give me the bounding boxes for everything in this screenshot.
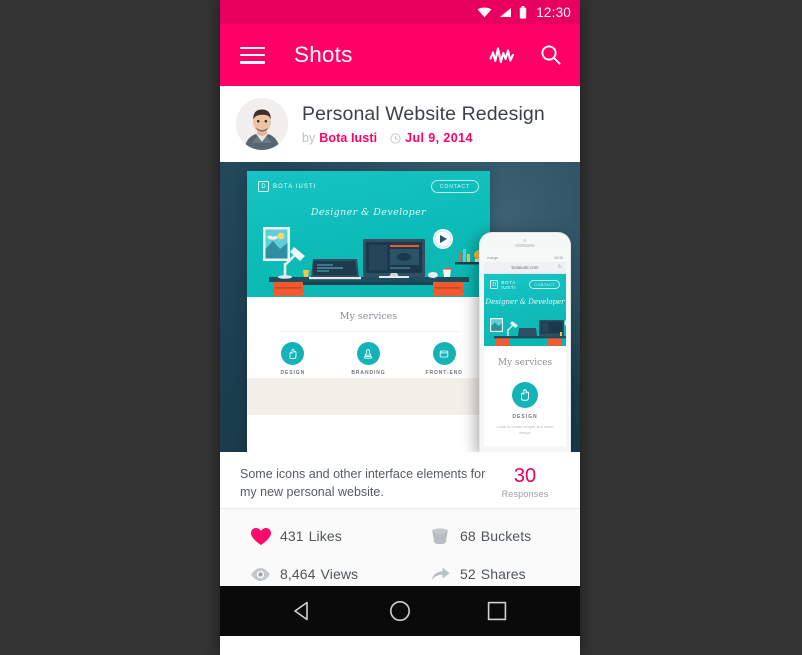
status-bar-icons: 12:30	[477, 5, 571, 20]
shot-author[interactable]: Bota Iusti	[319, 131, 377, 145]
avatar[interactable]	[236, 98, 288, 150]
app-bar: Shots	[220, 24, 580, 86]
shot-title: Personal Website Redesign	[302, 103, 545, 125]
phone-mock-services-title: My services	[497, 357, 553, 368]
battery-icon	[520, 5, 527, 19]
stat-likes[interactable]: 431 Likes	[220, 527, 400, 546]
stat-views-value: 8,464	[280, 566, 316, 582]
stats-row: 431 Likes 68 Buckets	[220, 523, 580, 549]
stat-buckets-text: 68 Buckets	[460, 528, 531, 544]
back-triangle-icon[interactable]	[290, 598, 316, 624]
stat-shares-label: Shares	[480, 566, 526, 582]
stat-likes-value: 431	[280, 528, 304, 544]
website-services: My services DESIGN BRANDING FRONT-END	[247, 297, 490, 415]
phone-mock-nav: D BOTA IUSTI CONTACT	[490, 280, 560, 290]
stat-views[interactable]: 8,464 Views	[220, 566, 400, 582]
website-mockup: D BOTA IUSTI CONTACT Designer & Develope…	[247, 171, 490, 452]
phone-screen: 12:30 Shots Personal Website Redesign by…	[220, 0, 580, 655]
phone-mock-services: My services DESIGN I love to create simp…	[484, 345, 566, 436]
phone-mock-logo-text: BOTA IUSTI	[501, 279, 517, 290]
stat-views-label: Views	[320, 566, 359, 582]
shot-description-row: Some icons and other interface elements …	[220, 452, 580, 508]
website-logo: D BOTA IUSTI	[258, 181, 317, 192]
share-arrow-icon	[430, 566, 452, 582]
frontend-browser-icon	[432, 342, 456, 365]
phone-mock-contact-button: CONTACT	[529, 280, 560, 290]
heart-icon	[250, 527, 272, 546]
website-services-title: My services	[339, 311, 398, 322]
service-name: BRANDING	[351, 370, 386, 376]
phone-mock-service-desc: I love to create simple and clean design	[496, 423, 554, 435]
desk-illustration	[263, 227, 490, 296]
phone-mock-statusbar: orange 18:30	[484, 253, 566, 262]
phone-mock-service-name: DESIGN	[512, 413, 538, 420]
design-hand-icon	[512, 381, 538, 408]
clock-icon	[390, 132, 401, 144]
website-nav: D BOTA IUSTI CONTACT	[258, 180, 479, 193]
branding-stamp-icon	[356, 342, 380, 365]
phone-mock-hero: D BOTA IUSTI CONTACT Designer & Develope…	[484, 273, 566, 346]
phone-speaker	[515, 244, 535, 247]
user-avatar-image	[236, 98, 288, 150]
shot-image[interactable]: D BOTA IUSTI CONTACT Designer & Develope…	[220, 162, 580, 452]
shot-meta: Personal Website Redesign by Bota Iusti …	[302, 103, 545, 145]
signal-icon	[500, 7, 512, 17]
app-bar-title: Shots	[294, 42, 353, 67]
phone-mock-logo: D BOTA IUSTI	[490, 280, 529, 290]
byline-by-label: by	[302, 131, 316, 145]
responses-block[interactable]: 30 Responses	[488, 465, 562, 499]
service-name: DESIGN	[280, 370, 306, 376]
website-logo-mark: D	[258, 181, 269, 192]
stats-row: 8,464 Views 52 Shares	[220, 561, 580, 587]
phone-mock-tagline: Designer & Developer	[485, 297, 565, 306]
stat-shares-value: 52	[460, 566, 476, 582]
search-icon[interactable]	[540, 44, 562, 66]
responses-count: 30	[513, 465, 537, 487]
activity-pulse-icon[interactable]	[489, 45, 515, 65]
phone-desk-illustration	[490, 317, 566, 346]
shot-stats: 431 Likes 68 Buckets 8,464 Views 52 Shar…	[220, 508, 580, 586]
app-bar-actions	[489, 44, 562, 66]
responses-label: Responses	[501, 489, 549, 499]
stat-shares-text: 52 Shares	[460, 566, 526, 582]
stat-shares[interactable]: 52 Shares	[400, 566, 580, 582]
stat-views-text: 8,464 Views	[280, 566, 358, 582]
phone-mock-screen: orange 18:30 botaiusti.com ↻ D BOTA IUST…	[484, 253, 566, 446]
website-logo-text: BOTA IUSTI	[273, 183, 317, 190]
service-name: FRONT-END	[425, 370, 463, 376]
website-footer	[247, 378, 490, 415]
eye-icon	[250, 567, 272, 582]
stat-likes-label: Likes	[308, 528, 342, 544]
status-bar: 12:30	[220, 0, 580, 24]
recents-square-icon[interactable]	[484, 598, 510, 624]
website-contact-button: CONTACT	[430, 180, 479, 193]
shot-byline: by Bota Iusti Jul 9, 2014	[302, 131, 545, 145]
reload-icon: ↻	[557, 264, 562, 271]
home-circle-icon[interactable]	[387, 598, 413, 624]
stat-buckets-label: Buckets	[480, 528, 532, 544]
stat-buckets-value: 68	[460, 528, 476, 544]
wifi-icon	[477, 7, 492, 17]
phone-mockup: orange 18:30 botaiusti.com ↻ D BOTA IUST…	[479, 232, 571, 452]
android-nav-bar	[220, 586, 580, 636]
phone-mock-logo-mark: D	[490, 280, 499, 290]
design-hand-icon	[281, 342, 305, 365]
website-hero: D BOTA IUSTI CONTACT Designer & Develope…	[247, 171, 490, 297]
phone-mock-clock: 18:30	[554, 255, 563, 260]
phone-mock-urlbar: botaiusti.com ↻	[484, 261, 566, 274]
bucket-icon	[430, 527, 452, 545]
status-bar-clock: 12:30	[536, 4, 571, 20]
stat-likes-text: 431 Likes	[280, 528, 342, 544]
shot-header: Personal Website Redesign by Bota Iusti …	[220, 86, 580, 162]
shot-date: Jul 9, 2014	[405, 131, 473, 145]
website-tagline: Designer & Developer	[310, 207, 427, 218]
hamburger-menu-icon[interactable]	[240, 46, 265, 64]
phone-mock-url: botaiusti.com	[511, 264, 539, 270]
phone-mock-carrier: orange	[487, 255, 499, 260]
stat-buckets[interactable]: 68 Buckets	[400, 527, 580, 545]
shot-description: Some icons and other interface elements …	[240, 467, 486, 500]
phone-camera	[523, 239, 527, 243]
